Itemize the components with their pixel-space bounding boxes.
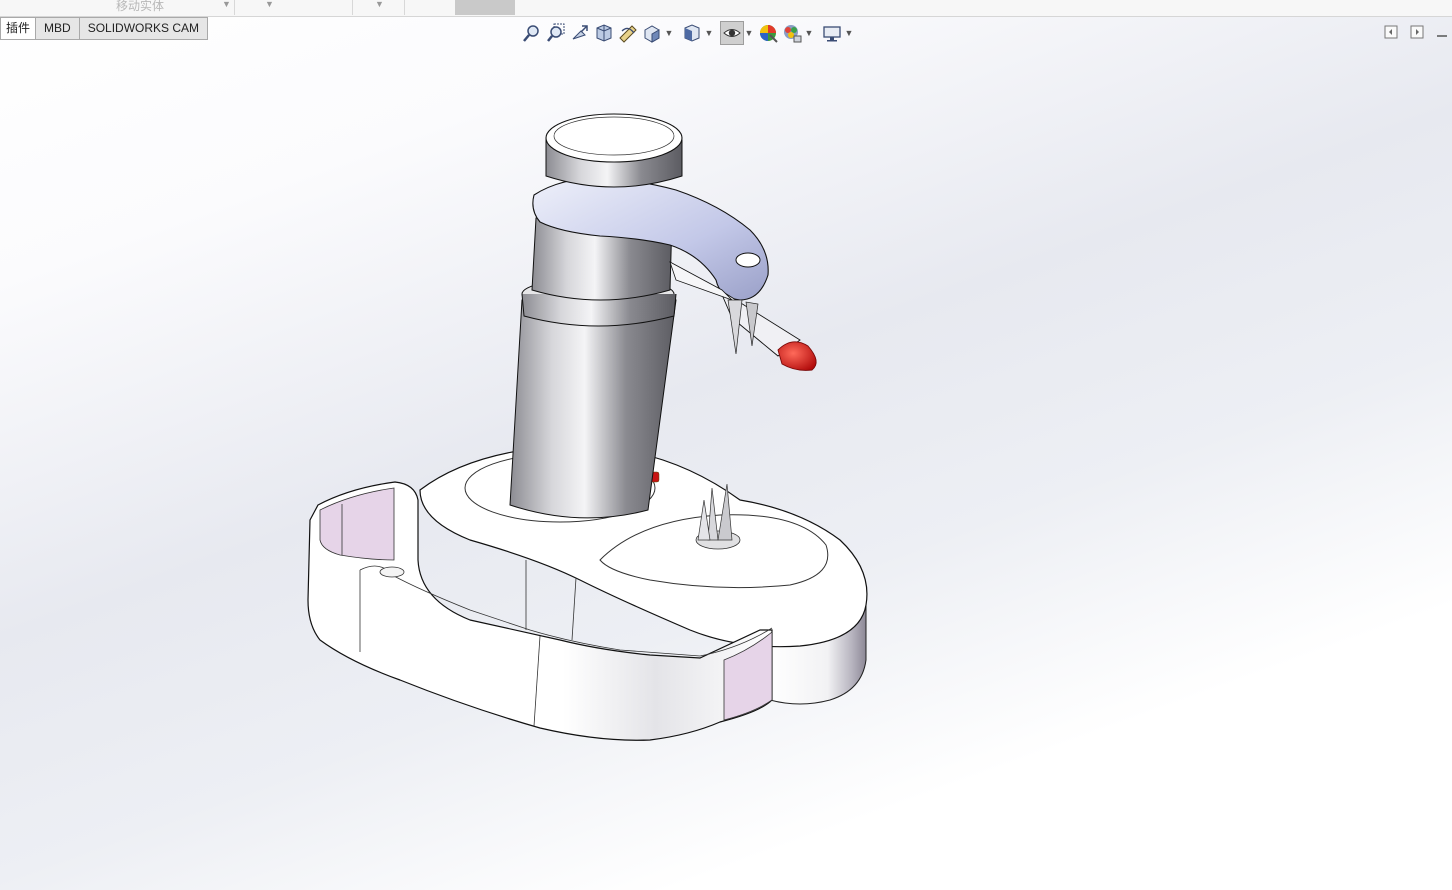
chevron-down-icon[interactable]: ▼	[844, 28, 854, 38]
view-settings-icon[interactable]	[820, 21, 844, 45]
active-toolbar-button[interactable]	[455, 0, 515, 15]
command-manager-tabs: 插件 MBD SOLIDWORKS CAM	[0, 17, 209, 40]
hide-show-items-icon[interactable]	[720, 21, 744, 45]
move-body-label[interactable]: 移动实体	[116, 0, 164, 14]
zoom-to-area-icon[interactable]	[544, 21, 568, 45]
chevron-down-icon[interactable]: ▼	[704, 28, 714, 38]
toolbar-separator	[352, 0, 353, 15]
chevron-down-icon[interactable]: ▼	[804, 28, 814, 38]
3d-assembly-model[interactable]	[300, 100, 890, 760]
chevron-down-icon[interactable]: ▼	[222, 0, 231, 9]
chevron-down-icon[interactable]: ▼	[375, 0, 384, 9]
toolbar-separator	[234, 0, 235, 15]
edit-appearance-icon[interactable]	[756, 21, 780, 45]
tab-solidworks-cam[interactable]: SOLIDWORKS CAM	[79, 17, 209, 40]
tab-mbd[interactable]: MBD	[36, 17, 80, 40]
chevron-down-icon[interactable]: ▼	[744, 28, 754, 38]
heads-up-view-toolbar: ▼ ▼ ▼ ▼ ▼	[520, 21, 854, 45]
minimize-icon[interactable]	[1436, 25, 1448, 42]
command-manager-strip: 移动实体 ▼ ▼ ▼	[0, 0, 1452, 17]
section-view-icon[interactable]	[592, 21, 616, 45]
previous-view-icon[interactable]	[568, 21, 592, 45]
tile-right-icon[interactable]	[1410, 25, 1424, 42]
toolbar-separator	[404, 0, 405, 15]
tile-left-icon[interactable]	[1384, 25, 1398, 42]
view-orientation-icon[interactable]	[640, 21, 664, 45]
display-style-icon[interactable]	[680, 21, 704, 45]
chevron-down-icon[interactable]: ▼	[664, 28, 674, 38]
dynamic-annotation-icon[interactable]	[616, 21, 640, 45]
tab-add-ins[interactable]: 插件	[0, 17, 37, 40]
chevron-down-icon[interactable]: ▼	[265, 0, 274, 9]
apply-scene-icon[interactable]	[780, 21, 804, 45]
red-tip	[777, 341, 817, 371]
zoom-to-fit-icon[interactable]	[520, 21, 544, 45]
